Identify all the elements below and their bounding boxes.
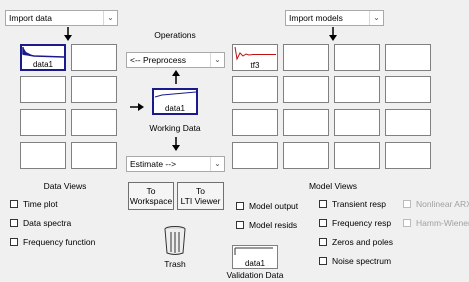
checkbox-box — [236, 221, 244, 229]
checkbox-label: Zeros and poles — [332, 237, 393, 247]
trash-icon[interactable] — [164, 226, 186, 256]
model-slot-3[interactable] — [334, 44, 380, 71]
import-models-dropdown[interactable]: Import models ⌄ — [285, 10, 384, 26]
data-spectra-checkbox[interactable]: Data spectra — [10, 218, 71, 228]
validation-data-caption: Validation Data — [226, 270, 284, 280]
noise-spectrum-checkbox[interactable]: Noise spectrum — [319, 256, 391, 266]
model-slot-label: tf3 — [250, 61, 260, 70]
data-slot-3[interactable] — [20, 76, 66, 103]
transient-resp-checkbox[interactable]: Transient resp — [319, 199, 386, 209]
model-views-title: Model Views — [308, 181, 358, 191]
arrow-down-icon — [64, 27, 72, 41]
working-data-caption: Working Data — [149, 123, 201, 133]
validation-data-slot[interactable]: data1 — [232, 245, 278, 269]
checkbox-box — [319, 238, 327, 246]
zeros-and-poles-checkbox[interactable]: Zeros and poles — [319, 237, 393, 247]
working-data-slot[interactable]: data1 — [152, 88, 198, 115]
data-slot-label: data1 — [32, 60, 54, 69]
import-models-label: Import models — [289, 13, 343, 23]
checkbox-label: Model resids — [249, 220, 298, 230]
model-slot-10[interactable] — [283, 109, 329, 136]
frequency-function-checkbox[interactable]: Frequency function — [10, 237, 95, 247]
data-slot-6[interactable] — [71, 109, 117, 136]
data-preview — [22, 47, 64, 58]
checkbox-box — [319, 257, 327, 265]
data-slot-8[interactable] — [71, 142, 117, 169]
model-slot-8[interactable] — [385, 76, 431, 103]
chevron-down-icon: ⌄ — [103, 11, 117, 25]
checkbox-label: Model output — [249, 201, 299, 211]
arrow-down-icon — [329, 27, 337, 41]
working-data-label: data1 — [164, 104, 186, 113]
estimate-label: Estimate --> — [130, 159, 177, 169]
validation-data-preview — [234, 247, 273, 255]
trash-label: Trash — [164, 259, 186, 269]
import-data-label: Import data — [9, 13, 52, 23]
working-data-preview — [154, 91, 196, 98]
arrow-up-icon — [172, 70, 180, 84]
checkbox-label: Frequency function — [23, 237, 96, 247]
checkbox-label: Transient resp — [332, 199, 387, 209]
model-slot-11[interactable] — [334, 109, 380, 136]
preprocess-label: <-- Preprocess — [130, 55, 186, 65]
data-views-title: Data Views — [43, 181, 87, 191]
time-plot-checkbox[interactable]: Time plot — [10, 199, 58, 209]
model-slot-2[interactable] — [283, 44, 329, 71]
to-lti-line1: To — [196, 186, 205, 196]
checkbox-box — [236, 202, 244, 210]
checkbox-label: Frequency resp — [332, 218, 392, 228]
model-slot-12[interactable] — [385, 109, 431, 136]
model-slot-14[interactable] — [283, 142, 329, 169]
arrow-right-icon — [130, 103, 144, 111]
data-slot-5[interactable] — [20, 109, 66, 136]
to-workspace-button[interactable]: To Workspace — [128, 182, 174, 210]
model-slot-1[interactable]: tf3 — [232, 44, 278, 71]
model-slot-15[interactable] — [334, 142, 380, 169]
model-slot-13[interactable] — [232, 142, 278, 169]
checkbox-box — [10, 219, 18, 227]
preprocess-dropdown[interactable]: <-- Preprocess ⌄ — [126, 52, 225, 68]
nonlinear-arx-checkbox[interactable]: Nonlinear ARX — [403, 199, 469, 209]
data-slot-4[interactable] — [71, 76, 117, 103]
chevron-down-icon: ⌄ — [210, 157, 224, 171]
to-workspace-line1: To — [146, 186, 156, 196]
import-data-dropdown[interactable]: Import data ⌄ — [5, 10, 118, 26]
checkbox-box — [319, 200, 327, 208]
validation-data-label: data1 — [244, 259, 266, 268]
chevron-down-icon: ⌄ — [210, 53, 224, 67]
model-preview — [234, 46, 276, 61]
checkbox-box — [10, 238, 18, 246]
operations-title: Operations — [154, 30, 196, 40]
model-slot-4[interactable] — [385, 44, 431, 71]
model-output-checkbox[interactable]: Model output — [236, 201, 298, 211]
checkbox-label: Time plot — [23, 199, 58, 209]
to-workspace-line2: Workspace — [129, 196, 173, 206]
model-slot-7[interactable] — [334, 76, 380, 103]
data-slot-1[interactable]: data1 — [20, 44, 66, 71]
checkbox-box — [10, 200, 18, 208]
estimate-dropdown[interactable]: Estimate --> ⌄ — [126, 156, 225, 172]
arrow-down-icon — [172, 137, 180, 151]
model-slot-9[interactable] — [232, 109, 278, 136]
checkbox-box — [403, 200, 411, 208]
model-slot-6[interactable] — [283, 76, 329, 103]
to-lti-line2: LTI Viewer — [180, 196, 221, 206]
checkbox-box — [319, 219, 327, 227]
frequency-resp-checkbox[interactable]: Frequency resp — [319, 218, 391, 228]
to-lti-viewer-button[interactable]: To LTI Viewer — [177, 182, 224, 210]
data-slot-7[interactable] — [20, 142, 66, 169]
checkbox-box — [403, 219, 411, 227]
data-slot-2[interactable] — [71, 44, 117, 71]
checkbox-label: Nonlinear ARX — [416, 199, 469, 209]
model-slot-16[interactable] — [385, 142, 431, 169]
model-resids-checkbox[interactable]: Model resids — [236, 220, 297, 230]
checkbox-label: Noise spectrum — [332, 256, 392, 266]
checkbox-label: Hamm-Wiener — [416, 218, 469, 228]
checkbox-label: Data spectra — [23, 218, 72, 228]
chevron-down-icon: ⌄ — [369, 11, 383, 25]
hamm-wiener-checkbox[interactable]: Hamm-Wiener — [403, 218, 469, 228]
model-slot-5[interactable] — [232, 76, 278, 103]
